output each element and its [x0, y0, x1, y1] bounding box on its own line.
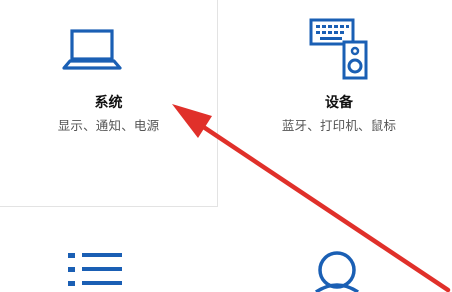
list-icon	[68, 253, 122, 286]
keyboard-speaker-icon	[309, 18, 368, 80]
laptop-icon	[62, 29, 122, 70]
system-tile[interactable]: 系统 显示、通知、电源	[0, 0, 218, 207]
devices-description: 蓝牙、打印机、鼠标	[281, 118, 397, 133]
system-description: 显示、通知、电源	[57, 118, 160, 133]
accounts-tile[interactable]	[226, 214, 452, 292]
devices-title: 设备	[325, 95, 353, 111]
apps-tile[interactable]	[0, 214, 217, 292]
system-title: 系统	[94, 95, 123, 111]
devices-tile[interactable]: 设备 蓝牙、打印机、鼠标	[226, 0, 452, 206]
person-icon	[315, 251, 359, 292]
